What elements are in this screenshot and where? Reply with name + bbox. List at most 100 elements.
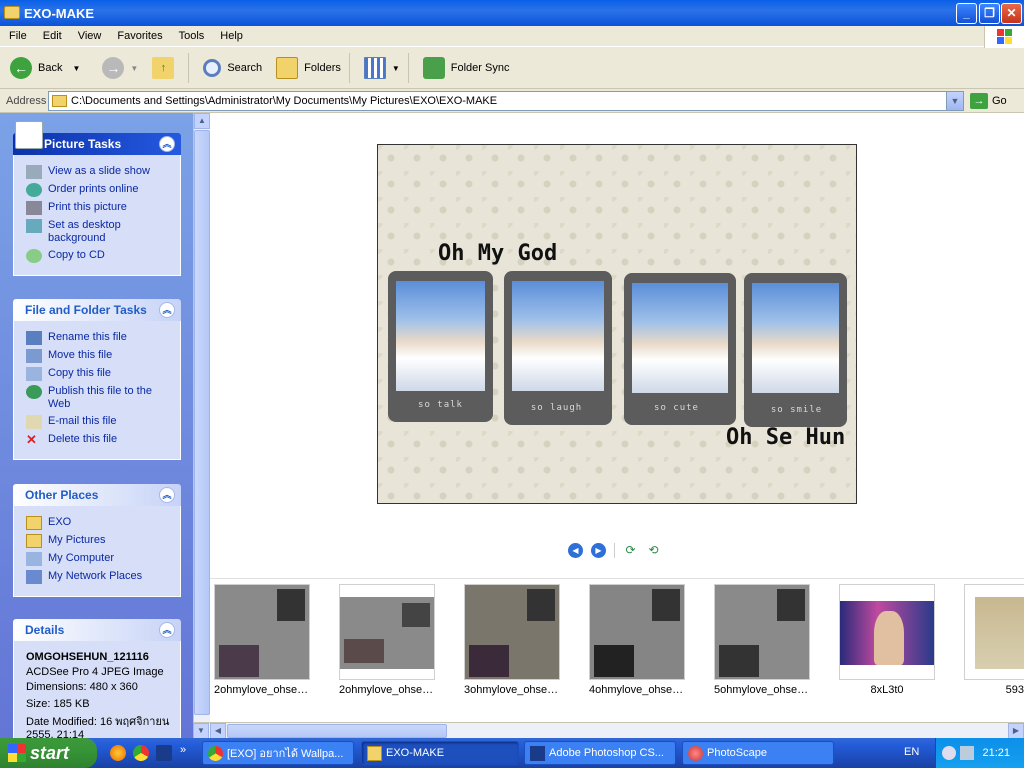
next-image-icon[interactable]: ▶ (591, 543, 606, 558)
forward-button[interactable]: → ▼ (90, 51, 142, 85)
menu-help[interactable]: Help (211, 30, 250, 42)
chevron-down-icon[interactable]: ▼ (392, 64, 400, 73)
thumbnail[interactable]: 4ohmylove_ohsehun1... (589, 584, 685, 696)
collapse-icon[interactable]: ︽ (159, 302, 175, 318)
photo (632, 283, 728, 393)
thumbnail[interactable]: 2ohmylove_ohsehun1... (339, 584, 435, 696)
taskbar-button-photoscape[interactable]: PhotoScape (682, 741, 834, 765)
horizontal-scrollbar[interactable]: ▼ ◀ ▶ (193, 722, 1024, 739)
scroll-thumb[interactable] (227, 724, 447, 738)
previous-image-icon[interactable]: ◀ (568, 543, 583, 558)
title-bar[interactable]: EXO-MAKE _ ❐ ✕ (0, 0, 1024, 26)
preview-image[interactable]: Oh My God so talk so laugh so cute so sm… (377, 144, 857, 504)
computer-icon (26, 552, 42, 566)
scroll-up-icon[interactable]: ▲ (194, 113, 210, 129)
search-button[interactable]: Search (199, 51, 266, 85)
folder-icon (52, 95, 67, 107)
other-places-panel: Other Places ︽ EXO My Pictures My Comput… (13, 484, 181, 597)
thumbnail[interactable]: 3ohmylove_ohsehun1... (464, 584, 560, 696)
set-desktop-link[interactable]: Set as desktop background (26, 219, 172, 245)
photoscape-icon (688, 746, 703, 761)
chevron-down-icon[interactable]: ▼ (193, 723, 209, 739)
clock[interactable]: 21:21 (982, 747, 1010, 759)
place-my-computer[interactable]: My Computer (26, 552, 172, 566)
toolbar-separator (407, 53, 409, 83)
chevron-right-icon[interactable]: » (180, 744, 186, 756)
address-input[interactable]: C:\Documents and Settings\Administrator\… (48, 91, 964, 111)
print-link[interactable]: Print this picture (26, 201, 172, 215)
thumbnail-image (714, 584, 810, 680)
chrome-icon[interactable] (133, 745, 149, 761)
back-button[interactable]: ← Back ▼ (6, 51, 84, 85)
thumbnail-image (964, 584, 1024, 680)
taskbar-button-browser[interactable]: [EXO] อยากได้ Wallpa... (202, 741, 354, 765)
place-my-pictures[interactable]: My Pictures (26, 534, 172, 548)
copy-to-cd-link[interactable]: Copy to CD (26, 249, 172, 263)
up-button[interactable]: ↑ (148, 51, 184, 85)
go-button[interactable]: → Go (970, 93, 1007, 109)
chevron-down-icon[interactable]: ▼ (72, 64, 80, 73)
folder-sync-button[interactable]: Folder Sync (419, 51, 514, 85)
views-button[interactable]: ▼ (360, 51, 404, 85)
toolbar: ← Back ▼ → ▼ ↑ Search Folders ▼ Folder S… (0, 48, 1024, 89)
rotate-clockwise-icon[interactable]: ⟳ (623, 543, 638, 558)
thumbnail[interactable]: 2ohmylove_ohsehun1... (214, 584, 310, 696)
vertical-scrollbar[interactable]: ▲ ▼ (193, 113, 210, 738)
scroll-thumb[interactable] (194, 130, 210, 715)
divider (614, 543, 615, 558)
menu-edit[interactable]: Edit (34, 30, 69, 42)
globe-icon (26, 183, 42, 197)
start-button[interactable]: start (0, 738, 97, 768)
minimize-button[interactable]: _ (956, 3, 977, 24)
collapse-icon[interactable]: ︽ (159, 136, 175, 152)
email-link[interactable]: E-mail this file (26, 415, 172, 429)
maximize-button[interactable]: ❐ (979, 3, 1000, 24)
file-name: OMGOHSEHUN_121116 (26, 651, 149, 663)
other-places-header[interactable]: Other Places ︽ (13, 484, 181, 506)
thumbnail-name: 3ohmylove_ohsehun1... (464, 684, 560, 696)
folder-icon (26, 534, 42, 548)
scroll-right-icon[interactable]: ▶ (1008, 723, 1024, 739)
menu-tools[interactable]: Tools (170, 30, 212, 42)
order-prints-link[interactable]: Order prints online (26, 183, 172, 197)
firefox-icon[interactable] (110, 745, 126, 761)
thumbnail[interactable]: 5ohmylove_ohsehun1... (714, 584, 810, 696)
rename-link[interactable]: Rename this file (26, 331, 172, 345)
folders-button[interactable]: Folders (272, 51, 345, 85)
move-link[interactable]: Move this file (26, 349, 172, 363)
file-tasks-header[interactable]: File and Folder Tasks ︽ (13, 299, 181, 321)
close-button[interactable]: ✕ (1001, 3, 1022, 24)
slideshow-link[interactable]: View as a slide show (26, 165, 172, 179)
move-icon (26, 349, 42, 363)
taskbar-button-photoshop[interactable]: Adobe Photoshop CS... (524, 741, 676, 765)
rotate-counterclockwise-icon[interactable]: ⟲ (646, 543, 661, 558)
scroll-left-icon[interactable]: ◀ (210, 723, 226, 739)
address-path: C:\Documents and Settings\Administrator\… (71, 95, 498, 107)
chevron-down-icon[interactable]: ▼ (946, 92, 963, 110)
collapse-icon[interactable]: ︽ (159, 622, 175, 638)
collapse-icon[interactable]: ︽ (159, 487, 175, 503)
details-header[interactable]: Details ︽ (13, 619, 181, 641)
thumbnail[interactable]: 593 (964, 584, 1024, 696)
language-indicator[interactable]: EN (904, 746, 919, 758)
menu-favorites[interactable]: Favorites (108, 30, 169, 42)
thumbnail-name: 2ohmylove_ohsehun1... (214, 684, 310, 696)
tray-arrow-icon[interactable] (942, 746, 956, 760)
publish-link[interactable]: Publish this file to the Web (26, 385, 172, 411)
place-exo[interactable]: EXO (26, 516, 172, 530)
chevron-down-icon[interactable]: ▼ (130, 64, 138, 73)
delete-link[interactable]: ✕ Delete this file (26, 433, 172, 447)
photoshop-icon (530, 746, 545, 761)
thumbnail[interactable]: 8xL3t0 (839, 584, 935, 696)
search-label: Search (227, 62, 263, 74)
menu-view[interactable]: View (69, 30, 109, 42)
picture-tasks-header[interactable]: Picture Tasks ︽ (13, 121, 181, 155)
back-arrow-icon: ← (10, 57, 32, 79)
taskbar-button-explorer[interactable]: EXO-MAKE (361, 741, 519, 765)
place-network[interactable]: My Network Places (26, 570, 172, 584)
photoshop-icon[interactable] (156, 745, 172, 761)
menu-file[interactable]: File (0, 30, 34, 42)
copy-link[interactable]: Copy this file (26, 367, 172, 381)
photo-card: so smile (744, 273, 847, 427)
network-icon[interactable] (960, 746, 974, 760)
